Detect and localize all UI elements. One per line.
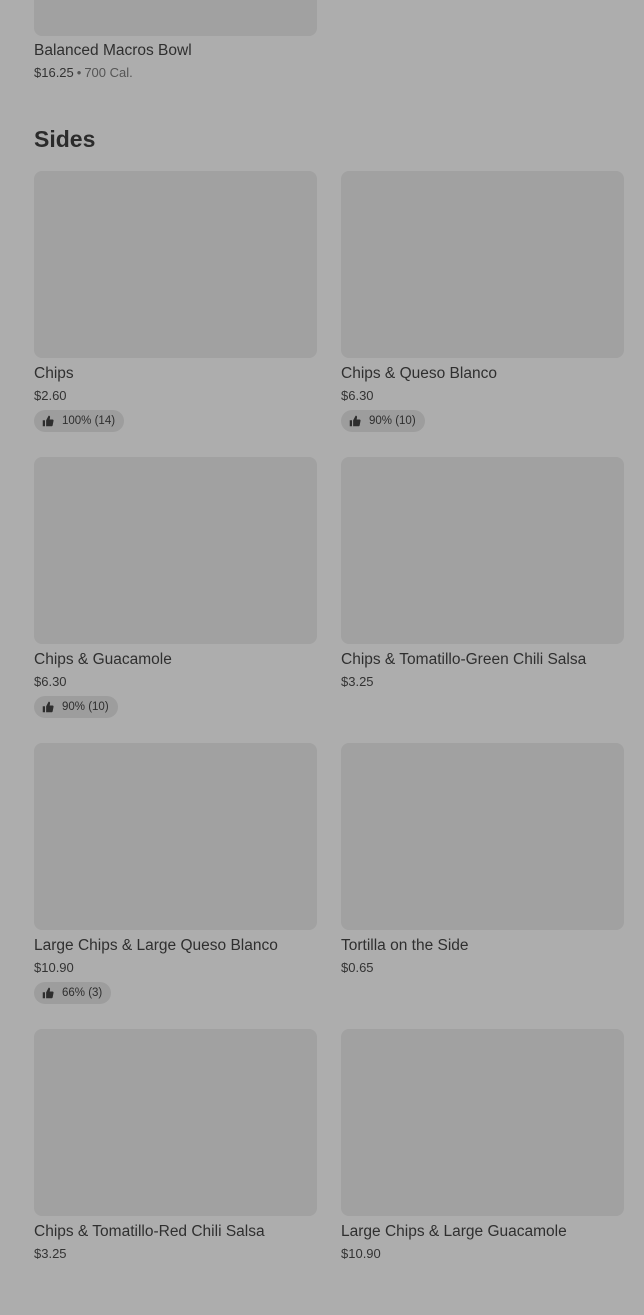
item-price: $10.90	[341, 1246, 381, 1261]
menu-item-card[interactable]: Chips & Tomatillo-Green Chili Salsa $3.25	[341, 457, 624, 743]
item-price: $16.25	[34, 65, 74, 80]
menu-item-card[interactable]: Chips & Tomatillo-Red Chili Salsa $3.25	[34, 1029, 317, 1315]
meta-separator: •	[76, 65, 82, 80]
item-name: Tortilla on the Side	[341, 937, 469, 954]
thumbs-up-icon	[42, 415, 54, 427]
rating-text: 66% (3)	[62, 987, 103, 999]
item-name: Chips	[34, 365, 74, 382]
thumbs-up-icon	[42, 987, 54, 999]
item-price: $10.90	[34, 960, 74, 975]
menu-item-card[interactable]: Large Chips & Large Queso Blanco $10.90 66…	[34, 743, 317, 1029]
thumbs-up-icon	[349, 415, 361, 427]
rating-text: 90% (10)	[62, 701, 109, 713]
item-meta: $16.25 • 700 Cal.	[34, 64, 317, 82]
rating-badge: 90% (10)	[34, 696, 118, 718]
item-image	[341, 1029, 624, 1216]
item-name: Chips & Queso Blanco	[341, 365, 497, 382]
item-image	[341, 743, 624, 930]
item-name: Large Chips & Large Guacamole	[341, 1223, 567, 1240]
menu-item-card[interactable]: Large Chips & Large Guacamole $10.90	[341, 1029, 624, 1315]
item-image	[34, 1029, 317, 1216]
item-name: Balanced Macros Bowl	[34, 42, 192, 59]
item-image	[341, 457, 624, 644]
rating-text: 100% (14)	[62, 415, 116, 427]
rating-badge: 100% (14)	[34, 410, 125, 432]
menu-item-card[interactable]: Chips & Guacamole $6.30 90% (10)	[34, 457, 317, 743]
item-price: $6.30	[34, 674, 67, 689]
rating-badge: 66% (3)	[34, 982, 112, 1004]
item-image	[34, 743, 317, 930]
item-calories: 700 Cal.	[84, 65, 133, 80]
item-name: Chips & Guacamole	[34, 651, 172, 668]
menu-item-card[interactable]: Tortilla on the Side $0.65	[341, 743, 624, 1029]
thumbs-up-icon	[42, 701, 54, 713]
item-name: Chips & Tomatillo-Green Chili Salsa	[341, 651, 587, 668]
item-price: $0.65	[341, 960, 374, 975]
item-image	[34, 0, 317, 36]
menu-item-card[interactable]: Chips $2.60 100% (14)	[34, 171, 317, 457]
item-name: Large Chips & Large Queso Blanco	[34, 937, 278, 954]
item-price: $2.60	[34, 388, 67, 403]
item-price: $6.30	[341, 388, 374, 403]
menu-item-card[interactable]: Chips & Queso Blanco $6.30 90% (10)	[341, 171, 624, 457]
item-image	[34, 171, 317, 358]
section-title: Sides	[34, 126, 96, 152]
item-name: Chips & Tomatillo-Red Chili Salsa	[34, 1223, 265, 1240]
item-image	[34, 457, 317, 644]
item-price: $3.25	[341, 674, 374, 689]
item-image	[341, 171, 624, 358]
rating-badge: 90% (10)	[341, 410, 425, 432]
menu-item-grid: Chips $2.60 100% (14) Chips & Queso Blanco $…	[34, 171, 624, 1315]
menu-item-card[interactable]: Balanced Macros Bowl $16.25 • 700 Cal.	[34, 0, 317, 82]
item-price: $3.25	[34, 1246, 67, 1261]
rating-text: 90% (10)	[369, 415, 416, 427]
